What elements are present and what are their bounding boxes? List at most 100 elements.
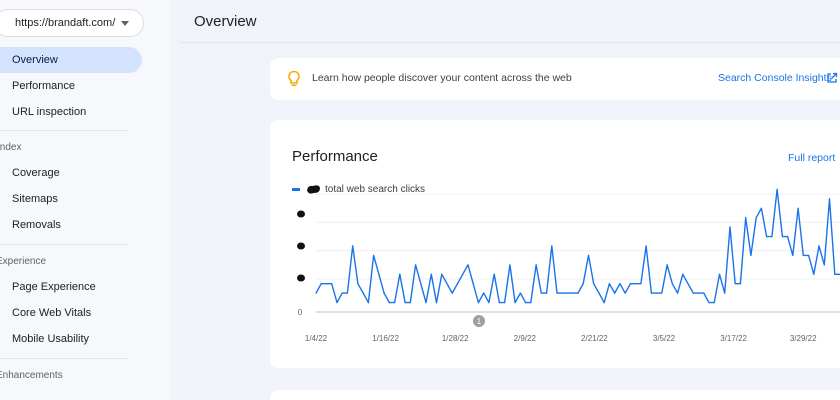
data-point xyxy=(776,188,778,190)
x-tick-label: 1/16/22 xyxy=(372,334,399,343)
data-point xyxy=(671,283,673,285)
data-point xyxy=(687,283,689,285)
sidebar-item-performance[interactable]: Performance xyxy=(0,73,142,99)
data-point xyxy=(383,292,385,294)
data-point xyxy=(483,292,485,294)
data-point xyxy=(399,273,401,275)
sidebar-item-label: Core Web Vitals xyxy=(12,307,92,319)
data-point xyxy=(430,273,432,275)
data-point xyxy=(729,226,731,228)
sidebar-item-label: Sitemaps xyxy=(12,193,58,205)
data-point xyxy=(650,292,652,294)
data-point xyxy=(504,302,506,304)
data-point xyxy=(661,292,663,294)
data-point xyxy=(352,245,354,247)
open-in-new-icon[interactable] xyxy=(826,72,838,84)
sidebar-item-label: Removals xyxy=(12,219,61,231)
data-point xyxy=(546,292,548,294)
data-point xyxy=(635,283,637,285)
sidebar-item-url-inspection[interactable]: URL inspection xyxy=(0,99,142,125)
data-point xyxy=(750,254,752,256)
sidebar-item-removals[interactable]: Removals xyxy=(0,212,142,238)
data-point xyxy=(645,245,647,247)
performance-chart: 0 1/4/22 1/16/22 1/28/22 2/9/22 2/21/22 3/5/22… xyxy=(297,188,840,343)
sidebar-divider xyxy=(0,244,128,245)
data-point xyxy=(734,283,736,285)
data-point xyxy=(441,273,443,275)
x-tick-label: 1/4/22 xyxy=(305,334,328,343)
data-point xyxy=(745,217,747,219)
data-point xyxy=(462,273,464,275)
data-point xyxy=(818,245,820,247)
data-point xyxy=(561,292,563,294)
data-point xyxy=(739,283,741,285)
data-point xyxy=(823,264,825,266)
data-point xyxy=(362,292,364,294)
data-point xyxy=(760,207,762,209)
data-point xyxy=(708,302,710,304)
data-point xyxy=(530,302,532,304)
data-point xyxy=(619,283,621,285)
data-point xyxy=(703,292,705,294)
data-point xyxy=(446,283,448,285)
data-point xyxy=(582,283,584,285)
data-point xyxy=(394,302,396,304)
data-point xyxy=(677,292,679,294)
data-point xyxy=(808,254,810,256)
data-point xyxy=(425,302,427,304)
data-point xyxy=(409,302,411,304)
data-point xyxy=(325,283,328,285)
banner-message: Learn how people discover your content a… xyxy=(312,72,572,84)
data-point xyxy=(451,292,453,294)
data-point xyxy=(415,264,417,266)
data-point xyxy=(341,292,343,294)
data-point xyxy=(566,292,569,294)
insights-banner: Learn how people discover your content a… xyxy=(270,58,840,100)
sidebar-item-page-experience[interactable]: Page Experience xyxy=(0,274,142,300)
sidebar-item-sitemaps[interactable]: Sitemaps xyxy=(0,186,142,212)
data-point xyxy=(540,292,542,294)
chevron-down-icon[interactable] xyxy=(121,21,129,26)
sidebar-item-overview[interactable]: Overview xyxy=(0,47,142,73)
series-line xyxy=(315,188,840,304)
data-point xyxy=(598,292,600,294)
data-point xyxy=(472,283,474,285)
sidebar-item-mobile-usability[interactable]: Mobile Usability xyxy=(0,326,142,352)
data-point xyxy=(629,283,631,285)
search-console-insights-link[interactable]: Search Console Insights xyxy=(718,72,832,84)
data-point xyxy=(766,236,768,238)
data-point xyxy=(792,254,794,256)
x-tick-label: 3/17/22 xyxy=(720,334,747,343)
data-point xyxy=(656,292,658,294)
data-point xyxy=(787,236,789,238)
sidebar-item-core-web-vitals[interactable]: Core Web Vitals xyxy=(0,300,142,326)
data-point xyxy=(525,302,527,304)
data-point xyxy=(572,292,574,294)
data-point xyxy=(367,302,369,304)
property-selector[interactable]: https://brandaft.com/ xyxy=(0,9,144,37)
data-point xyxy=(755,217,757,219)
page-title: Overview xyxy=(194,13,257,30)
data-point xyxy=(724,292,726,294)
data-point xyxy=(593,283,595,285)
data-point xyxy=(488,302,490,304)
data-point xyxy=(336,302,338,304)
x-tick-label: 3/5/22 xyxy=(653,334,676,343)
sidebar-section-index: Index xyxy=(0,139,21,155)
data-point xyxy=(697,292,700,294)
lightbulb-icon xyxy=(288,70,300,87)
data-point xyxy=(781,236,783,238)
sidebar-item-coverage[interactable]: Coverage xyxy=(0,160,142,186)
sidebar-divider xyxy=(0,130,128,131)
sidebar-divider xyxy=(0,358,128,359)
section-label: Enhancements xyxy=(0,369,63,381)
data-point xyxy=(666,264,668,266)
data-point xyxy=(535,264,537,266)
section-label: Experience xyxy=(0,255,47,267)
data-point xyxy=(467,264,469,266)
sidebar-section-experience: Experience xyxy=(0,253,46,269)
header-divider xyxy=(180,42,840,43)
next-card xyxy=(270,390,840,400)
data-point xyxy=(640,283,642,285)
sidebar-item-partial[interactable] xyxy=(0,390,142,400)
